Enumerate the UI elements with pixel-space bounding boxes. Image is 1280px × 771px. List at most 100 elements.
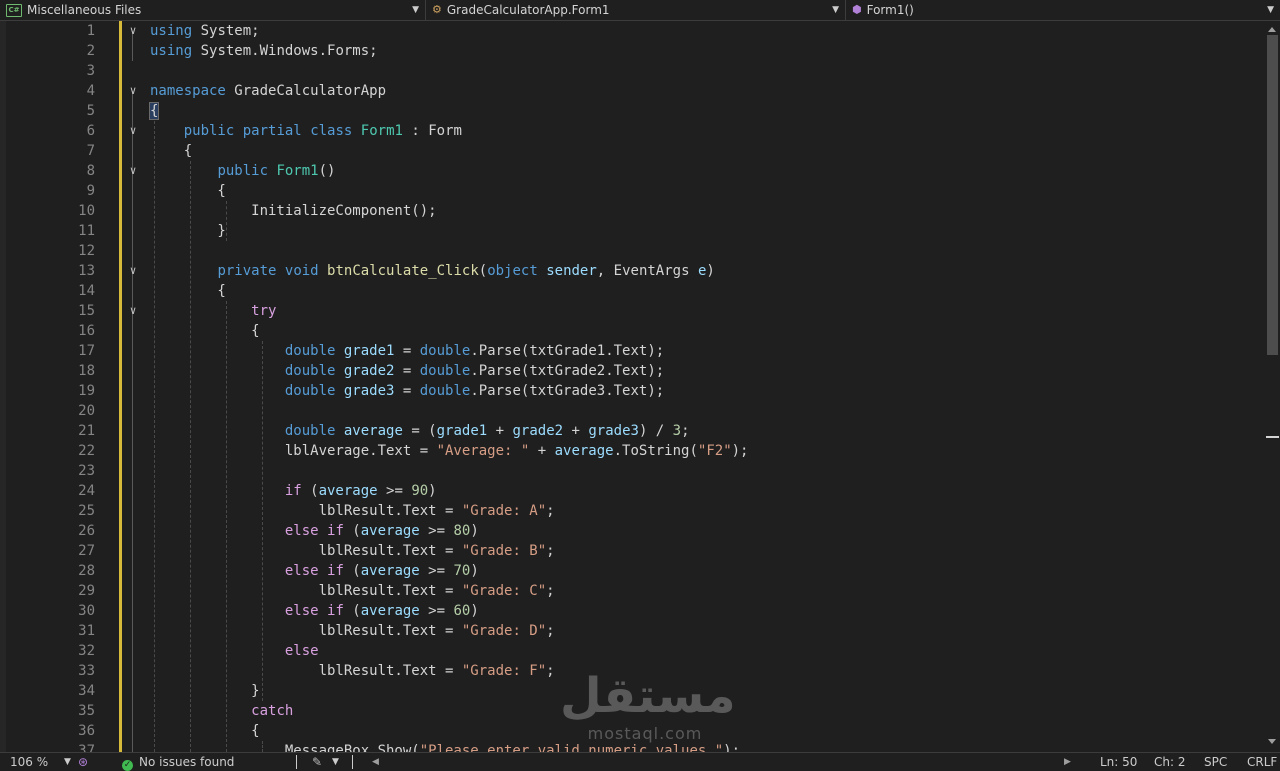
code-token: else — [284, 523, 319, 539]
indentation-indicator[interactable]: SPC — [1204, 753, 1227, 771]
line-number: 4 — [86, 83, 95, 99]
code-line[interactable]: 29 lblResult.Text = "Grade: C"; — [0, 581, 1265, 601]
code-line[interactable]: 19 double grade3 = double.Parse(txtGrade… — [0, 381, 1265, 401]
code-token: ; — [546, 503, 555, 519]
line-number: 7 — [86, 143, 95, 159]
fold-chevron-icon[interactable]: ∨ — [126, 301, 140, 321]
code-token: = — [394, 383, 420, 399]
line-number: 19 — [78, 383, 95, 399]
code-line[interactable]: 4 ∨ namespace GradeCalculatorApp — [0, 81, 1265, 101]
code-token: double — [284, 423, 336, 439]
type-dropdown[interactable]: ⚙ GradeCalculatorApp.Form1 ▼ — [426, 0, 846, 20]
code-line[interactable]: 9 { — [0, 181, 1265, 201]
code-line[interactable]: 8 ∨ public Form1() — [0, 161, 1265, 181]
code-token: "Grade: F" — [461, 663, 547, 679]
code-text: InitializeComponent(); — [150, 201, 436, 221]
code-token: ; — [546, 543, 555, 559]
code-line[interactable]: 30 else if (average >= 60) — [0, 601, 1265, 621]
fold-chevron-icon[interactable]: ∨ — [126, 21, 140, 41]
code-line[interactable]: 31 lblResult.Text = "Grade: D"; — [0, 621, 1265, 641]
code-token: try — [251, 303, 277, 319]
line-number: 9 — [86, 183, 95, 199]
code-line[interactable]: 14 { — [0, 281, 1265, 301]
code-cleanup-brush-icon[interactable]: ✎ — [312, 753, 322, 771]
code-line[interactable]: 17 double grade1 = double.Parse(txtGrade… — [0, 341, 1265, 361]
code-line[interactable]: 25 lblResult.Text = "Grade: A"; — [0, 501, 1265, 521]
code-line[interactable]: 20 — [0, 401, 1265, 421]
scroll-up-arrow-icon[interactable] — [1268, 27, 1276, 32]
scrollbar-thumb[interactable] — [1267, 35, 1278, 355]
vertical-scrollbar[interactable] — [1265, 21, 1280, 752]
line-number-indicator[interactable]: Ln: 50 — [1100, 753, 1137, 771]
code-token: average — [360, 603, 420, 619]
issues-indicator[interactable]: ✓ No issues found — [122, 753, 234, 771]
code-token: namespace — [150, 83, 226, 99]
line-number: 22 — [78, 443, 95, 459]
chevron-down-icon[interactable]: ▼ — [64, 753, 71, 771]
line-number: 8 — [86, 163, 95, 179]
code-text: else if (average >= 80) — [150, 521, 479, 541]
check-circle-icon: ✓ — [122, 760, 133, 771]
code-line[interactable]: 22 lblAverage.Text = "Average: " + avera… — [0, 441, 1265, 461]
code-line[interactable]: 27 lblResult.Text = "Grade: B"; — [0, 541, 1265, 561]
project-dropdown[interactable]: C# Miscellaneous Files ▼ — [0, 0, 426, 20]
code-line[interactable]: 15 ∨ try — [0, 301, 1265, 321]
member-dropdown[interactable]: ⬢ Form1() ▼ — [846, 0, 1280, 20]
scroll-right-arrow-icon[interactable]: ▶ — [1064, 753, 1071, 771]
zoom-level[interactable]: 106 % — [10, 753, 48, 771]
code-text: else if (average >= 60) — [150, 601, 479, 621]
code-line[interactable]: 3 — [0, 61, 1265, 81]
scroll-down-arrow-icon[interactable] — [1268, 739, 1276, 744]
code-line[interactable]: 16 { — [0, 321, 1265, 341]
column-indicator[interactable]: Ch: 2 — [1154, 753, 1185, 771]
code-text: double grade3 = double.Parse(txtGrade3.T… — [150, 381, 664, 401]
code-line[interactable]: 11 } — [0, 221, 1265, 241]
code-line[interactable]: 13 ∨ private void btnCalculate_Click(obje… — [0, 261, 1265, 281]
line-number: 21 — [78, 423, 95, 439]
line-number: 29 — [78, 583, 95, 599]
code-line[interactable]: 7 { — [0, 141, 1265, 161]
code-line[interactable]: 32 else — [0, 641, 1265, 661]
code-line[interactable]: 5{ — [0, 101, 1265, 121]
line-number: 6 — [86, 123, 95, 139]
code-text: public Form1() — [150, 161, 335, 181]
line-number: 17 — [78, 343, 95, 359]
horizontal-scrollbar[interactable] — [384, 757, 1064, 767]
code-token: double — [284, 363, 336, 379]
fold-chevron-icon[interactable]: ∨ — [126, 121, 140, 141]
code-line[interactable]: 24 if (average >= 90) — [0, 481, 1265, 501]
copilot-icon[interactable]: ⊛ — [78, 753, 88, 771]
fold-chevron-icon[interactable]: ∨ — [126, 161, 140, 181]
code-token: .ToString( — [613, 443, 698, 459]
code-line[interactable]: 28 else if (average >= 70) — [0, 561, 1265, 581]
code-line[interactable]: 2 using System.Windows.Forms; — [0, 41, 1265, 61]
code-line[interactable]: 18 double grade2 = double.Parse(txtGrade… — [0, 361, 1265, 381]
fold-chevron-icon[interactable]: ∨ — [126, 261, 140, 281]
chevron-down-icon[interactable]: ▼ — [332, 753, 339, 771]
code-token: .Parse(txtGrade3.Text); — [470, 383, 665, 399]
line-number: 2 — [86, 43, 95, 59]
code-token: btnCalculate_Click — [327, 263, 479, 279]
code-line[interactable]: 6 ∨ public partial class Form1 : Form — [0, 121, 1265, 141]
scroll-left-arrow-icon[interactable]: ◀ — [372, 753, 379, 771]
code-line[interactable]: 21 double average = (grade1 + grade2 + g… — [0, 421, 1265, 441]
line-number: 20 — [78, 403, 95, 419]
code-token: if — [327, 603, 344, 619]
code-token: { — [150, 183, 226, 199]
code-line[interactable]: 1 ∨ using System; — [0, 21, 1265, 41]
code-editor[interactable]: 1 ∨ using System; 2 using System.Windows.For… — [0, 21, 1265, 752]
code-token: () — [318, 163, 336, 179]
fold-chevron-icon[interactable]: ∨ — [126, 81, 140, 101]
line-ending-indicator[interactable]: CRLF — [1247, 753, 1277, 771]
code-token: ) — [470, 523, 479, 539]
code-token: 80 — [453, 523, 471, 539]
line-number: 28 — [78, 563, 95, 579]
line-number: 23 — [78, 463, 95, 479]
code-line[interactable]: 12 — [0, 241, 1265, 261]
code-line[interactable]: 26 else if (average >= 80) — [0, 521, 1265, 541]
code-token: >= — [377, 483, 412, 499]
code-text: { — [150, 141, 192, 161]
code-line[interactable]: 10 InitializeComponent(); — [0, 201, 1265, 221]
code-line[interactable]: 23 — [0, 461, 1265, 481]
